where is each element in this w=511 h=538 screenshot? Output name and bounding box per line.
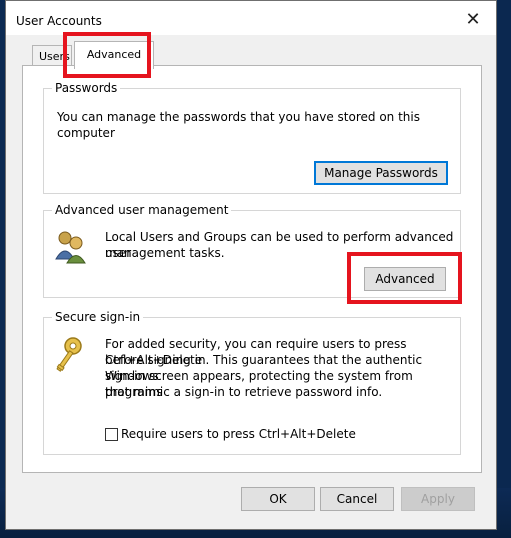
secure-signin-line4: that mimic a sign-in to retrieve passwor… [105,385,383,399]
passwords-group: Passwords You can manage the passwords t… [43,81,461,194]
manage-passwords-button[interactable]: Manage Passwords [314,161,448,185]
require-ctrl-alt-delete-checkbox[interactable] [105,428,118,441]
cancel-button[interactable]: Cancel [320,487,394,511]
title-bar: User Accounts ✕ [6,1,496,35]
ok-button[interactable]: OK [241,487,315,511]
advanced-management-description-line2: management tasks. [105,246,225,260]
tab-advanced[interactable]: Advanced [74,41,154,69]
window-title: User Accounts [16,14,102,28]
user-accounts-dialog: User Accounts ✕ Users Advanced Passwords… [5,0,497,530]
advanced-management-group-label: Advanced user management [52,203,232,217]
apply-button[interactable]: Apply [401,487,475,511]
users-group-icon [55,231,86,264]
tab-strip: Users Advanced [22,41,482,69]
passwords-group-label: Passwords [52,81,121,95]
secure-signin-group-label: Secure sign-in [52,310,144,324]
tab-users[interactable]: Users [32,45,72,67]
close-button[interactable]: ✕ [450,1,496,35]
require-ctrl-alt-delete-label[interactable]: Require users to press Ctrl+Alt+Delete [121,426,356,442]
passwords-description: You can manage the passwords that you ha… [57,110,420,140]
advanced-tab-panel: Passwords You can manage the passwords t… [22,65,482,473]
key-icon [56,337,82,372]
desktop-background-right [497,0,511,538]
advanced-button[interactable]: Advanced [364,267,446,291]
advanced-user-management-group: Advanced user management Local Users and… [43,203,461,298]
close-icon: ✕ [465,9,481,30]
secure-sign-in-group: Secure sign-in For added security, you c… [43,310,461,455]
